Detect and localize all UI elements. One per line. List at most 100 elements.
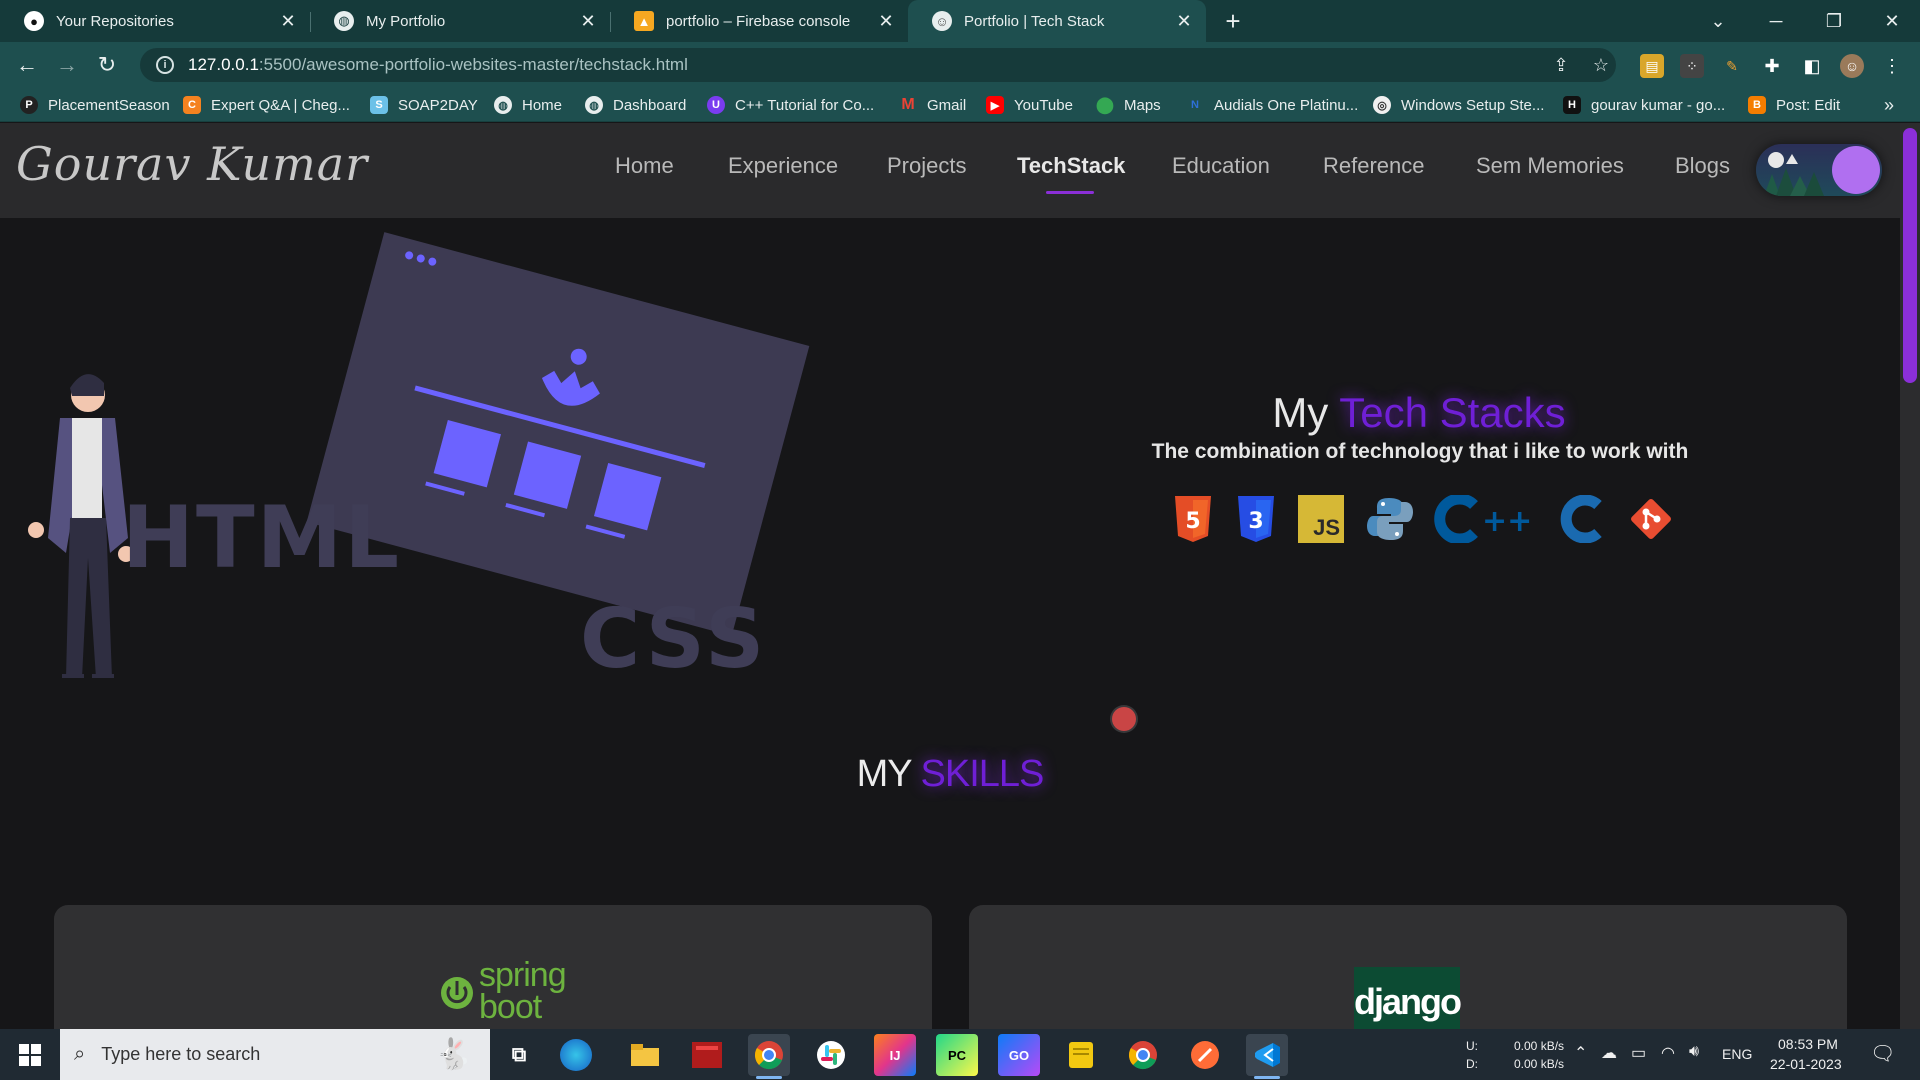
- tab-search-chevron-icon[interactable]: ⌄: [1690, 0, 1746, 42]
- bookmark-youtube[interactable]: ▶ YouTube: [986, 88, 1073, 122]
- share-icon[interactable]: ⇪: [1546, 50, 1576, 80]
- site-info-icon[interactable]: i: [156, 56, 174, 74]
- profile-avatar[interactable]: ☺: [1840, 54, 1864, 78]
- minimize-button[interactable]: ─: [1748, 0, 1804, 42]
- slack-icon[interactable]: [810, 1034, 852, 1076]
- site-logo[interactable]: Gourav Kumar: [16, 137, 368, 191]
- svg-text:5: 5: [1185, 509, 1200, 534]
- extensions-puzzle-icon[interactable]: ✚: [1760, 54, 1784, 78]
- bookmark-cpp-tutorial[interactable]: U C++ Tutorial for Co...: [707, 88, 874, 122]
- red-app-icon[interactable]: [686, 1034, 728, 1076]
- tab-tech-stack[interactable]: ☺ Portfolio | Tech Stack ✕: [908, 0, 1206, 42]
- site-navbar: Gourav Kumar Home Experience Projects Te…: [0, 123, 1900, 218]
- github-icon: ●: [24, 11, 44, 31]
- chrome-menu-icon[interactable]: ⋮: [1880, 54, 1904, 78]
- skill-card-django[interactable]: django: [969, 905, 1847, 1029]
- bookmark-gmail[interactable]: M Gmail: [899, 88, 966, 122]
- gmail-icon: M: [901, 96, 915, 113]
- nav-reference[interactable]: Reference: [1323, 153, 1425, 179]
- vscode-icon[interactable]: [1246, 1034, 1288, 1079]
- bookmark-audials[interactable]: N Audials One Platinu...: [1186, 88, 1358, 122]
- bookmark-home[interactable]: ◍ Home: [494, 88, 562, 122]
- nav-techstack[interactable]: TechStack: [1017, 153, 1125, 179]
- reload-icon[interactable]: ↻: [92, 50, 122, 80]
- bookmarks-bar: P PlacementSeason C Expert Q&A | Cheg... S…: [0, 88, 1920, 122]
- url-text: 127.0.0.1:5500/awesome-portfolio-website…: [188, 55, 688, 74]
- taskbar-search-input[interactable]: ⌕ Type here to search 🐇: [60, 1029, 490, 1080]
- css-label: CSS: [580, 592, 769, 687]
- new-tab-button[interactable]: +: [1218, 6, 1248, 36]
- net-download-speed: 0.00 kB/s: [1514, 1057, 1565, 1071]
- nav-projects[interactable]: Projects: [887, 153, 966, 179]
- cplusplus-icon: ++: [1434, 495, 1540, 543]
- back-arrow-icon[interactable]: ←: [12, 50, 42, 80]
- extension-notes-icon[interactable]: ▤: [1640, 54, 1664, 78]
- skills-title: MY SKILLS: [856, 753, 1045, 795]
- scrollbar-thumb[interactable]: [1903, 128, 1917, 383]
- bookmark-placementseason[interactable]: P PlacementSeason: [20, 88, 170, 122]
- windows-start-icon[interactable]: [0, 1029, 60, 1080]
- bookmark-post-edit[interactable]: B Post: Edit: [1748, 88, 1840, 122]
- tab-title: Your Repositories: [56, 12, 174, 30]
- close-tab-icon[interactable]: ✕: [274, 7, 302, 35]
- nav-blogs[interactable]: Blogs: [1675, 153, 1730, 179]
- file-explorer-icon[interactable]: [624, 1034, 666, 1076]
- battery-icon[interactable]: ▭: [1631, 1043, 1646, 1063]
- clock-date[interactable]: 22-01-2023: [1770, 1056, 1842, 1072]
- volume-icon[interactable]: 🔊︎: [1689, 1043, 1699, 1061]
- show-hidden-icons-chevron-icon[interactable]: ⌃: [1574, 1043, 1587, 1063]
- close-tab-icon[interactable]: ✕: [1170, 7, 1198, 35]
- address-bar[interactable]: i 127.0.0.1:5500/awesome-portfolio-websi…: [140, 48, 1616, 82]
- nav-home[interactable]: Home: [615, 153, 674, 179]
- theme-toggle[interactable]: [1756, 144, 1882, 196]
- sticky-notes-icon[interactable]: [1060, 1034, 1102, 1076]
- clock-time[interactable]: 08:53 PM: [1778, 1036, 1838, 1052]
- person-figure: [28, 374, 134, 678]
- bookmark-maps[interactable]: ⬤ Maps: [1096, 88, 1161, 122]
- input-language[interactable]: ENG: [1722, 1046, 1752, 1062]
- page-viewport: Gourav Kumar Home Experience Projects Te…: [0, 123, 1900, 1029]
- extension-pen-icon[interactable]: ✎: [1720, 54, 1744, 78]
- extension-dots-icon[interactable]: ⁘: [1680, 54, 1704, 78]
- task-view-icon[interactable]: ⧉: [498, 1034, 540, 1076]
- close-tab-icon[interactable]: ✕: [574, 7, 602, 35]
- more-bookmarks-icon[interactable]: »: [1884, 88, 1894, 122]
- skill-card-spring-boot[interactable]: spring boot: [54, 905, 932, 1029]
- chrome-alt-icon[interactable]: [1122, 1034, 1164, 1076]
- css3-icon: 3: [1235, 495, 1277, 543]
- close-window-button[interactable]: ✕: [1864, 0, 1920, 42]
- bookmark-chegg[interactable]: C Expert Q&A | Cheg...: [183, 88, 350, 122]
- edge-icon[interactable]: [560, 1039, 592, 1071]
- bookmark-soap2day[interactable]: S SOAP2DAY: [370, 88, 478, 122]
- firebase-icon: ▲: [634, 11, 654, 31]
- intellij-icon[interactable]: IJ: [874, 1034, 916, 1076]
- close-tab-icon[interactable]: ✕: [872, 7, 900, 35]
- youtube-icon: ▶: [986, 96, 1004, 114]
- goland-icon[interactable]: GO: [998, 1034, 1040, 1076]
- active-nav-underline: [1046, 191, 1094, 194]
- restore-button[interactable]: ❐: [1806, 0, 1862, 42]
- html-label: HTML: [122, 488, 402, 588]
- tab-your-repositories[interactable]: ● Your Repositories ✕: [0, 0, 310, 42]
- postman-icon[interactable]: [1184, 1034, 1226, 1076]
- nav-education[interactable]: Education: [1172, 153, 1270, 179]
- chrome-icon[interactable]: [748, 1034, 790, 1079]
- bookmark-star-icon[interactable]: ☆: [1586, 50, 1616, 80]
- nav-sem-memories[interactable]: Sem Memories: [1476, 153, 1624, 179]
- search-icon: ⌕: [74, 1043, 86, 1065]
- onedrive-cloud-icon[interactable]: ☁: [1601, 1043, 1617, 1063]
- bookmark-windows-setup[interactable]: ◎ Windows Setup Ste...: [1373, 88, 1544, 122]
- bookmark-dashboard[interactable]: ◍ Dashboard: [585, 88, 686, 122]
- tab-firebase-console[interactable]: ▲ portfolio – Firebase console ✕: [610, 0, 908, 42]
- wifi-icon[interactable]: ◠: [1661, 1043, 1675, 1063]
- side-panel-icon[interactable]: ◧: [1800, 54, 1824, 78]
- nav-experience[interactable]: Experience: [728, 153, 838, 179]
- maps-icon: ⬤: [1096, 97, 1114, 114]
- toggle-knob[interactable]: [1832, 146, 1880, 194]
- notifications-icon[interactable]: 🗨︎: [1870, 1041, 1895, 1066]
- tab-my-portfolio[interactable]: ◍ My Portfolio ✕: [310, 0, 610, 42]
- bookmark-gourav-kumar[interactable]: Hgourav kumar - go...: [1563, 88, 1725, 122]
- pycharm-icon[interactable]: PC: [936, 1034, 978, 1076]
- forward-arrow-icon[interactable]: →: [52, 50, 82, 80]
- page-scrollbar[interactable]: [1900, 123, 1920, 1029]
